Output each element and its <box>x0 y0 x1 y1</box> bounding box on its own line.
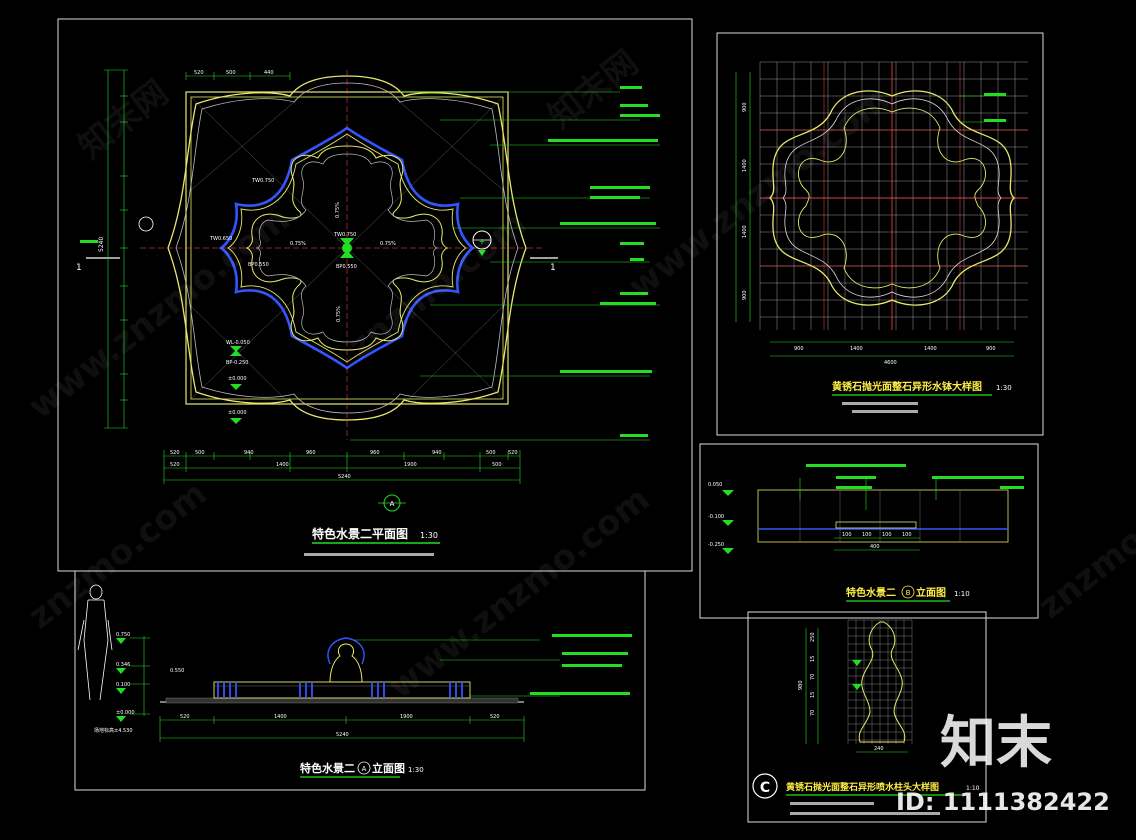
detail-c-dim-bottom: 240 <box>874 746 884 752</box>
detail-top-left-dim-1: 1400 <box>742 159 748 172</box>
section-b-dim-1: 100 <box>862 532 872 538</box>
plan-bot2-dim-0: 520 <box>170 462 180 468</box>
plan-top-dim-0: 520 <box>194 70 204 76</box>
plan-bot-dim-2: 940 <box>244 450 254 456</box>
section-b-elev-2: -0.100 <box>708 514 724 520</box>
slope-right: 0.75% <box>380 241 396 247</box>
section-b-dim-2: 100 <box>882 532 892 538</box>
plan-bot2-dim-3: 500 <box>492 462 502 468</box>
section-b-scale: 1:10 <box>954 590 970 598</box>
section-marker-right: 1 <box>550 263 556 273</box>
section-b-elev-3: -0.250 <box>708 542 724 548</box>
detail-top-scale: 1:30 <box>996 384 1012 392</box>
elev-bottom-left: WL-0.050 <box>226 340 250 346</box>
elev-a-low: 0.100 <box>116 682 130 688</box>
elev-center-bottom: BP0.550 <box>336 264 357 270</box>
section-b-title: 特色水景二 <box>846 586 896 599</box>
detail-top-dim-3: 900 <box>986 346 996 352</box>
elev-left-top: TW0.750 <box>251 178 274 184</box>
watermark-cn-2: 知末网 <box>541 43 646 137</box>
section-b-elev-1: 0.050 <box>708 482 722 488</box>
plan-title: 特色水景二平面图 <box>312 526 408 541</box>
detail-c-dim-3: 15 <box>810 692 816 698</box>
section-b-suffix: 立面图 <box>916 586 946 599</box>
plan-left-total: 5240 <box>98 237 105 252</box>
plan-bot2-dim-1: 1400 <box>276 462 289 468</box>
section-b-dim-0: 100 <box>842 532 852 538</box>
plan-marker-a: A <box>390 500 395 508</box>
section-b-marker: B <box>906 589 911 597</box>
elev-a-ground-note: 场地标高±4.530 <box>94 727 133 734</box>
detail-c-dim-1: 15 <box>810 656 816 662</box>
plan-bot-dim-5: 940 <box>432 450 442 456</box>
plan-bottom-total: 5240 <box>338 474 351 480</box>
elev-a-mid: 0.550 <box>170 668 184 674</box>
detail-top-dim-1: 1400 <box>850 346 863 352</box>
elev-a-marker: A <box>362 765 367 773</box>
detail-c-dim-total: 980 <box>798 680 804 690</box>
detail-top-total: 4600 <box>884 360 897 366</box>
watermark-short-3: znzmo.com <box>1031 464 1136 628</box>
elev-zero-a: ±0.000 <box>228 376 247 382</box>
plan-top-dim-1: 500 <box>226 70 236 76</box>
slope-left: 0.75% <box>290 241 306 247</box>
elev-a-title: 特色水景二 <box>300 761 355 775</box>
section-marker-left: 1 <box>76 263 82 273</box>
watermark-short-2: znzmo.com <box>21 474 215 638</box>
watermark-cn-1: 知末网 <box>71 73 176 167</box>
elev-center-top: TW0.750 <box>333 232 356 238</box>
section-b-dim-3: 100 <box>902 532 912 538</box>
detail-c-dim-2: 70 <box>810 674 816 680</box>
section-b-dim-total: 400 <box>870 544 880 550</box>
slope-vert-top: 0.75% <box>335 202 341 218</box>
plan-bot-dim-3: 960 <box>306 450 316 456</box>
id-watermark: ID: 1111382422 <box>896 788 1110 816</box>
detail-c-dim-0: 250 <box>810 632 816 642</box>
plan-bot-dim-0: 520 <box>170 450 180 456</box>
plan-top-dim-2: 440 <box>264 70 274 76</box>
detail-c-dim-4: 70 <box>810 710 816 716</box>
elev-a-dim-2: 1900 <box>400 714 413 720</box>
elevation-a-frame <box>74 570 646 791</box>
plan-bot-dim-7: 520 <box>508 450 518 456</box>
plan-bot-dim-4: 960 <box>370 450 380 456</box>
elev-a-left: 0.346 <box>116 662 130 668</box>
elev-a-dim-3: 520 <box>490 714 500 720</box>
elev-bottom-bp: BP-0.250 <box>226 360 248 366</box>
detail-top-left-dim-0: 900 <box>742 102 748 112</box>
elev-a-suffix: 立面图 <box>372 761 405 775</box>
detail-top-dim-0: 900 <box>794 346 804 352</box>
section-b-view: 0.050 -0.100 -0.250 100 100 100 100 400 … <box>708 464 1024 602</box>
cad-drawing-sheet: + 1 1 TW0.750 BP0.550 TW0.750 TW0.650 BP… <box>21 18 1136 823</box>
detail-top-title: 黄锈石抛光面整石异形水钵大样图 <box>832 380 982 393</box>
elev-a-dim-0: 520 <box>180 714 190 720</box>
watermark-site-3: www.znzmo.com <box>381 479 657 707</box>
brand-watermark: 知末 <box>940 711 1052 776</box>
slope-vert-bottom: 0.75% <box>336 306 342 322</box>
elev-zero-b: ±0.000 <box>228 410 247 416</box>
elev-a-top: 0.750 <box>116 632 130 638</box>
elev-a-scale: 1:30 <box>408 766 424 774</box>
plan-bot-dim-1: 500 <box>195 450 205 456</box>
elevation-a-view: 0.750 0.346 0.100 ±0.000 0.550 场地标高±4.53… <box>77 584 632 778</box>
watermark-layer: www.znzmo.com znzmo.com www.znzmo.com zn… <box>21 43 1136 707</box>
plan-scale: 1:30 <box>420 531 438 540</box>
plan-bot2-dim-2: 1900 <box>404 462 417 468</box>
watermark-site-2: www.znzmo.com <box>621 79 897 307</box>
detail-top-left-dim-3: 900 <box>742 290 748 300</box>
elev-a-total: 5240 <box>336 732 349 738</box>
detail-top-dim-2: 1400 <box>924 346 937 352</box>
elev-a-dim-1: 1400 <box>274 714 287 720</box>
elev-a-zero: ±0.000 <box>116 710 135 716</box>
detail-c-marker: C <box>760 780 770 796</box>
watermark-site-1: www.znzmo.com <box>21 199 297 427</box>
plan-bot-dim-6: 500 <box>486 450 496 456</box>
